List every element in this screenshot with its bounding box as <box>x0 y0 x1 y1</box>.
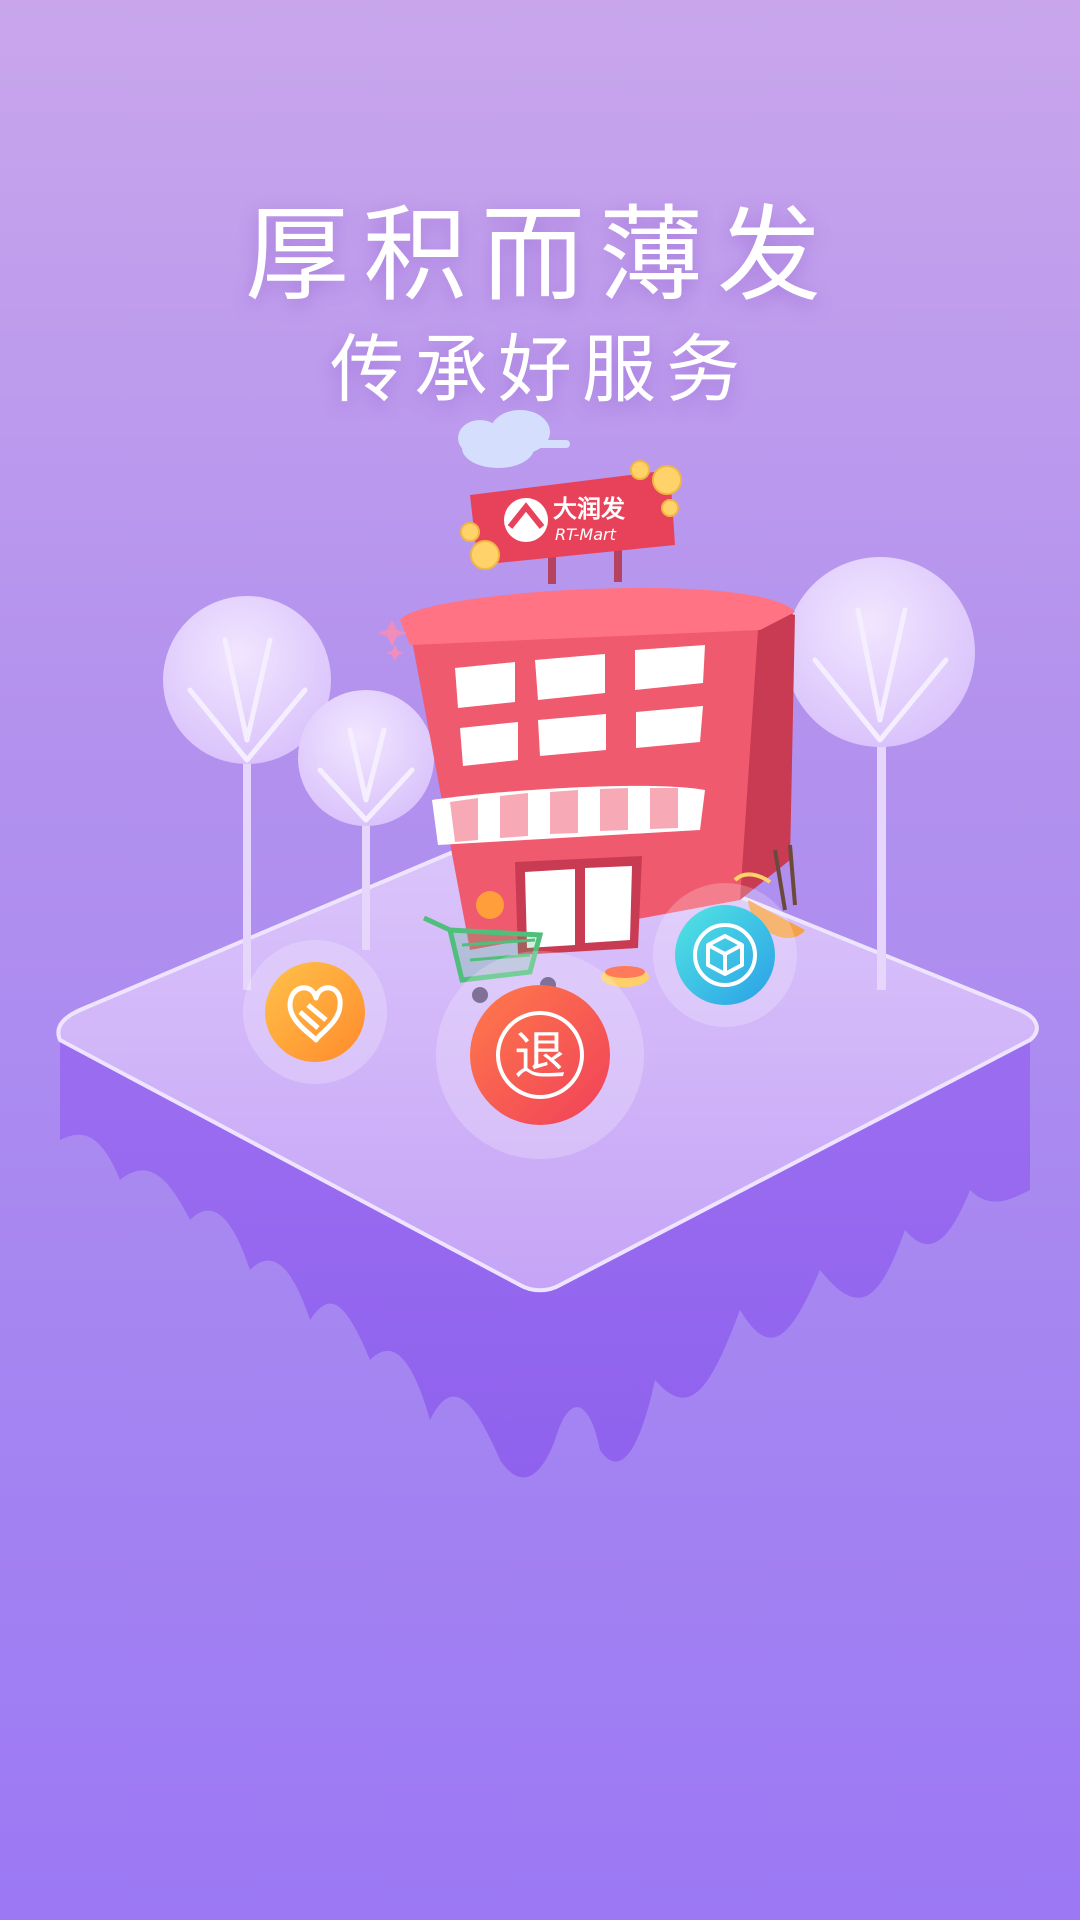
package-badge[interactable] <box>653 883 797 1027</box>
store-brand-cn: 大润发 <box>553 495 625 523</box>
handshake-badge[interactable] <box>243 940 387 1084</box>
cloud <box>458 410 570 468</box>
return-badge[interactable]: 退 <box>436 951 644 1159</box>
return-icon: 退 <box>514 1027 566 1087</box>
store-illustration: 大润发 RT-Mart 退 <box>56 410 1039 1478</box>
store-brand-en: RT-Mart <box>555 525 617 544</box>
store-sign: 大润发 RT-Mart <box>460 460 682 584</box>
headline-main: 厚积而薄发 <box>244 194 835 316</box>
